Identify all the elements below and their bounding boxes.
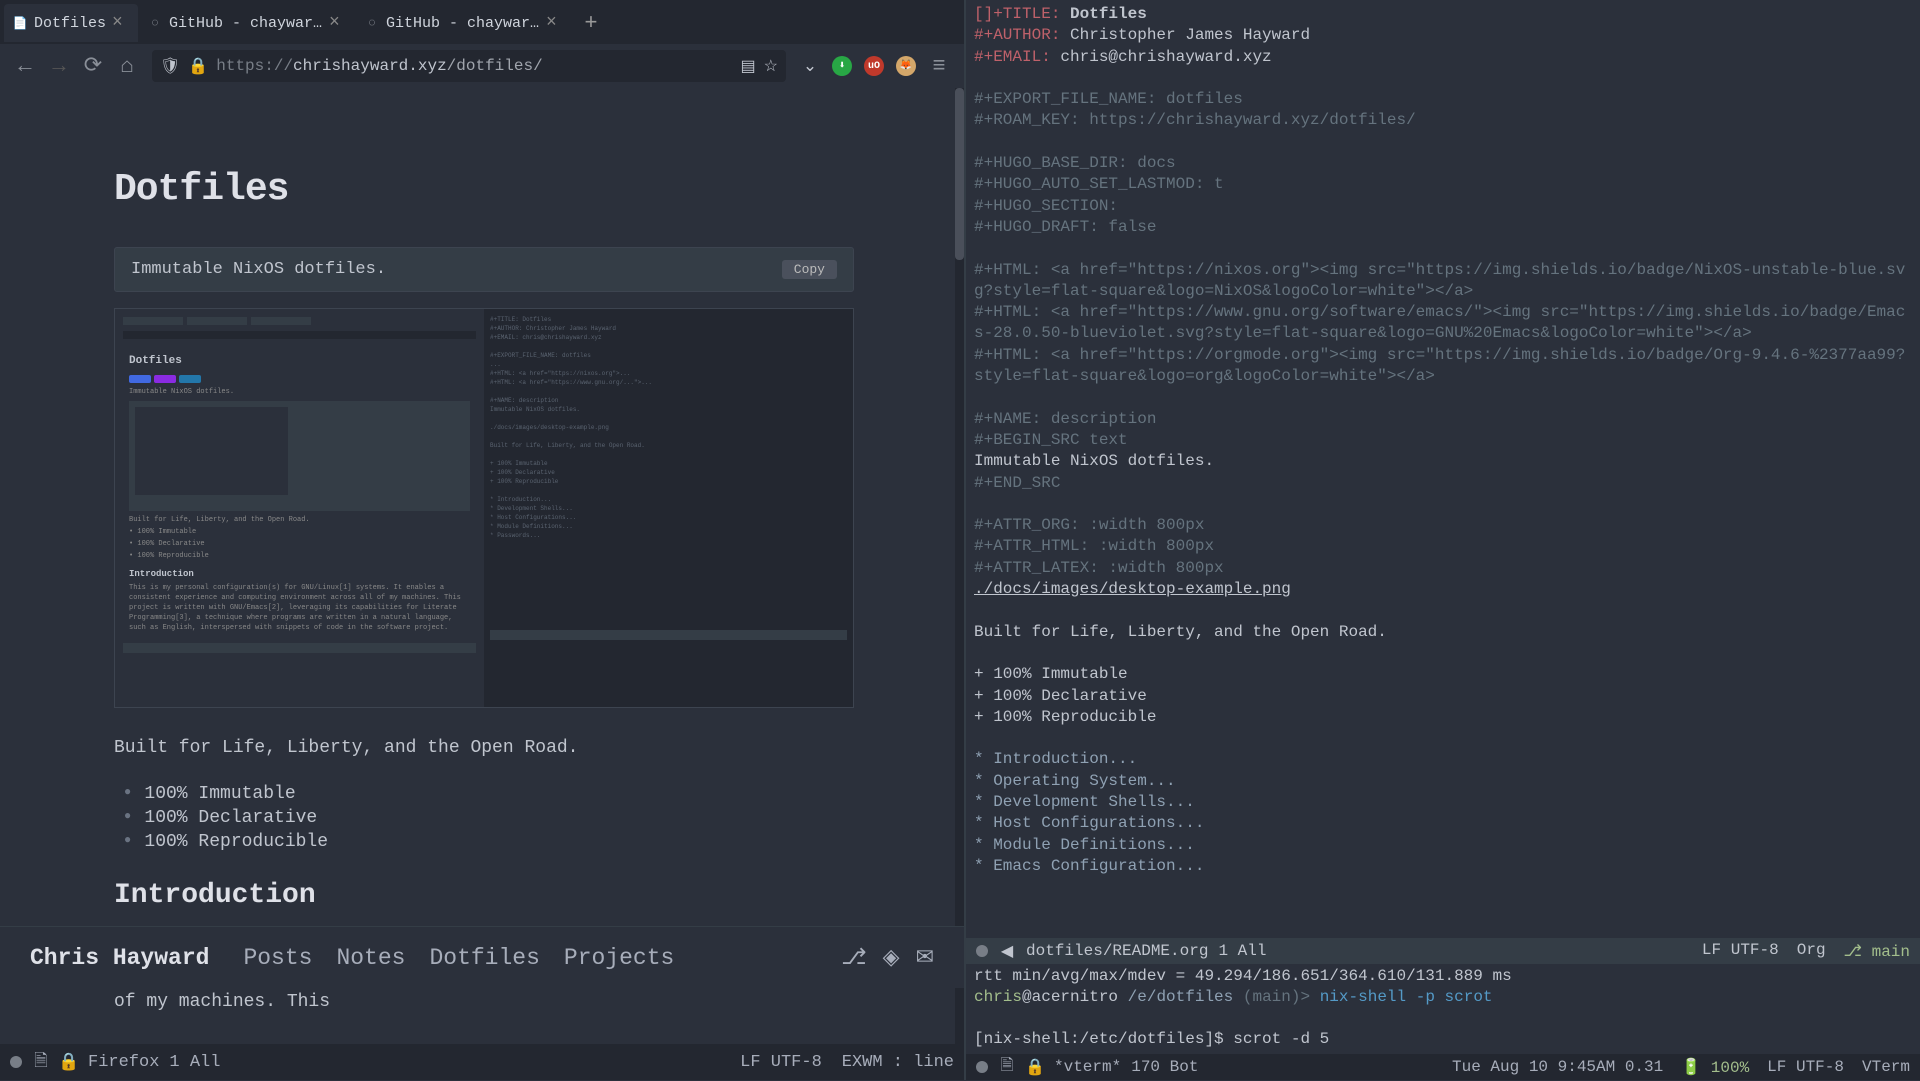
tab-label: GitHub - chayward1/dotf xyxy=(169,15,323,32)
scrollbar[interactable] xyxy=(955,88,964,1044)
site-name[interactable]: Chris Hayward xyxy=(30,945,209,971)
copy-button[interactable]: Copy xyxy=(782,260,837,279)
github-icon: ◌ xyxy=(364,15,380,31)
desktop-screenshot-image: Dotfiles Immutable NixOS dotfiles. Built… xyxy=(114,308,854,708)
intro-heading: Introduction xyxy=(114,880,854,911)
buffer-name: *vterm* xyxy=(1054,1058,1121,1076)
encoding: LF UTF-8 xyxy=(1767,1058,1844,1076)
new-tab-button[interactable]: + xyxy=(573,5,609,41)
nav-projects[interactable]: Projects xyxy=(564,945,674,971)
tab-favicon: 📄 xyxy=(12,15,28,31)
back-button[interactable]: ← xyxy=(10,51,40,81)
file-icon: 🗎 xyxy=(998,1054,1016,1081)
status-dot-icon xyxy=(10,1056,22,1068)
major-mode: Org xyxy=(1797,941,1826,961)
encoding: LF UTF-8 xyxy=(1702,941,1779,961)
vterm-buffer[interactable]: rtt min/avg/max/mdev = 49.294/186.651/36… xyxy=(966,964,1920,1054)
emacs-buffer[interactable]: []+TITLE: Dotfiles#+AUTHOR: Christopher … xyxy=(966,0,1920,938)
major-mode: VTerm xyxy=(1862,1058,1910,1076)
gitlab-icon[interactable]: ◈ xyxy=(883,945,900,971)
close-icon[interactable]: × xyxy=(546,13,564,33)
position: 1 All xyxy=(1218,942,1266,960)
menu-button[interactable]: ≡ xyxy=(924,51,954,81)
nav-posts[interactable]: Posts xyxy=(243,945,312,971)
address-bar: ← → ⟳ ⌂ 🛡 🔒 https://chrishayward.xyz/dot… xyxy=(0,44,964,88)
reload-button[interactable]: ⟳ xyxy=(78,51,108,81)
shell-prompt-2: [nix-shell:/etc/dotfiles]$ scrot -d 5 xyxy=(974,1029,1912,1050)
page-title: Dotfiles xyxy=(114,168,854,211)
github-icon: ◌ xyxy=(147,15,163,31)
lock-icon: 🔒 xyxy=(60,1052,78,1073)
ublock-icon[interactable]: uO xyxy=(860,52,888,80)
nav-dotfiles[interactable]: Dotfiles xyxy=(429,945,539,971)
tab-github-2[interactable]: ◌ GitHub - chayward1/dotf × xyxy=(356,4,572,42)
tab-label: GitHub - chayward1/dotf xyxy=(386,15,540,32)
encoding: LF UTF-8 xyxy=(740,1053,822,1072)
close-icon[interactable]: × xyxy=(112,13,130,33)
git-branch: ⎇ main xyxy=(1844,941,1910,961)
forward-button[interactable]: → xyxy=(44,51,74,81)
lock-icon: 🔒 xyxy=(1026,1057,1044,1077)
status-dot-icon xyxy=(976,945,988,957)
tab-dotfiles[interactable]: 📄 Dotfiles × xyxy=(4,4,138,42)
url-text: https://chrishayward.xyz/dotfiles/ xyxy=(216,57,542,75)
browser-tabs: 📄 Dotfiles × ◌ GitHub - chayward1/dotf ×… xyxy=(0,0,964,44)
position: 1 All xyxy=(169,1053,220,1072)
site-footer: Chris Hayward Posts Notes Dotfiles Proje… xyxy=(0,926,964,988)
ping-output: rtt min/avg/max/mdev = 49.294/186.651/36… xyxy=(974,966,1912,987)
tab-github-1[interactable]: ◌ GitHub - chayward1/dotf × xyxy=(139,4,355,42)
description-code-block: Immutable NixOS dotfiles. Copy xyxy=(114,247,854,292)
ext-1-icon[interactable]: ⬇ xyxy=(828,52,856,80)
nav-notes[interactable]: Notes xyxy=(336,945,405,971)
shell-prompt-1: chris@acernitro /e/dotfiles (main)> nix-… xyxy=(974,987,1912,1008)
file-path: dotfiles/README.org xyxy=(1026,942,1208,960)
page-content: Dotfiles Immutable NixOS dotfiles. Copy … xyxy=(0,88,964,1044)
bookmark-icon[interactable]: ☆ xyxy=(764,56,778,76)
url-input[interactable]: 🛡 🔒 https://chrishayward.xyz/dotfiles/ ▤… xyxy=(152,50,786,82)
close-icon[interactable]: × xyxy=(329,13,347,33)
ext-3-icon[interactable]: 🦊 xyxy=(892,52,920,80)
tab-label: Dotfiles xyxy=(34,15,106,32)
list-item: 100% Reproducible xyxy=(124,830,854,854)
home-button[interactable]: ⌂ xyxy=(112,51,142,81)
pocket-icon[interactable]: ⌄ xyxy=(796,52,824,80)
buffer-name: Firefox xyxy=(88,1053,159,1072)
lock-icon[interactable]: 🔒 xyxy=(188,56,208,76)
battery: 🔋 100% xyxy=(1681,1057,1749,1077)
tagline: Built for Life, Liberty, and the Open Ro… xyxy=(114,738,854,758)
back-icon: ◀ xyxy=(998,941,1016,961)
file-icon: 🗎 xyxy=(32,1048,50,1077)
status-dot-icon xyxy=(976,1061,988,1073)
position: 170 Bot xyxy=(1131,1058,1198,1076)
feature-list: 100% Immutable 100% Declarative 100% Rep… xyxy=(124,782,854,854)
list-item: 100% Immutable xyxy=(124,782,854,806)
email-icon[interactable]: ✉ xyxy=(916,945,934,971)
description-text: Immutable NixOS dotfiles. xyxy=(131,260,386,279)
list-item: 100% Declarative xyxy=(124,806,854,830)
github-icon[interactable]: ⎇ xyxy=(841,945,866,971)
vterm-modeline: 🗎 🔒 *vterm* 170 Bot Tue Aug 10 9:45AM 0.… xyxy=(966,1054,1920,1080)
datetime: Tue Aug 10 9:45AM 0.31 xyxy=(1452,1058,1663,1076)
shield-icon[interactable]: 🛡 xyxy=(160,56,180,76)
left-modeline: 🗎 🔒 Firefox 1 All LF UTF-8 EXWM : line xyxy=(0,1044,964,1080)
reader-icon[interactable]: ▤ xyxy=(741,56,756,76)
emacs-modeline: ◀ dotfiles/README.org 1 All LF UTF-8 Org… xyxy=(966,938,1920,964)
major-mode: EXWM : line xyxy=(842,1053,954,1072)
